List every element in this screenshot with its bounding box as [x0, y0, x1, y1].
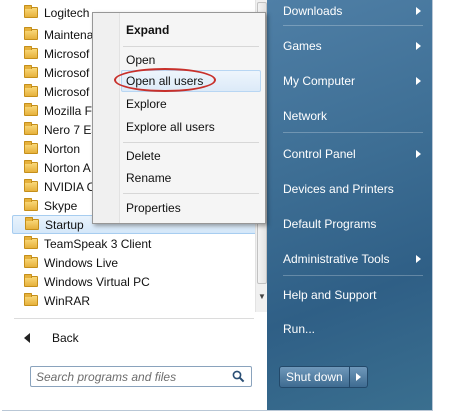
folder-icon [24, 274, 38, 287]
folder-icon [24, 103, 38, 116]
folder-icon [24, 65, 38, 78]
right-item-label: Help and Support [283, 288, 377, 302]
right-item-label: Devices and Printers [283, 182, 394, 196]
search-input[interactable] [36, 369, 226, 384]
shutdown-button[interactable]: Shut down [279, 366, 350, 388]
right-item-label: Administrative Tools [283, 252, 390, 266]
folder-icon [24, 5, 38, 18]
context-item-explore[interactable]: Explore [126, 94, 167, 114]
right-divider [283, 25, 423, 26]
folder-icon [24, 179, 38, 192]
context-item-explore-all-users[interactable]: Explore all users [126, 117, 215, 137]
chevron-right-icon [416, 150, 421, 158]
right-divider [283, 132, 423, 133]
search-box[interactable] [30, 366, 252, 387]
right-item-label: Run... [283, 322, 316, 336]
program-folder[interactable]: Windows Live [14, 253, 254, 272]
right-item-label: Control Panel [283, 147, 356, 161]
program-label: Norton [44, 141, 81, 156]
folder-icon [24, 236, 38, 249]
program-label: NVIDIA C [44, 179, 96, 194]
divider [14, 318, 254, 319]
program-label: Nero 7 Es [44, 122, 98, 137]
context-item-rename[interactable]: Rename [126, 168, 171, 188]
folder-icon [24, 198, 38, 211]
context-item-open[interactable]: Open [126, 50, 155, 70]
context-menu-separator [123, 46, 259, 47]
shutdown-group: Shut down [279, 366, 368, 388]
right-divider [283, 275, 423, 276]
program-label: Startup [45, 217, 84, 232]
start-menu: Logitech Maintena Microsof Microsof Micr… [2, 0, 433, 411]
program-label: Microsof [44, 46, 90, 61]
chevron-right-icon [416, 255, 421, 263]
program-label: Maintena [44, 27, 94, 42]
back-arrow-icon [24, 333, 30, 343]
scroll-down-icon[interactable]: ▼ [258, 292, 266, 301]
program-label: Logitech [44, 5, 90, 20]
right-item-default-programs[interactable]: Default Programs [283, 213, 423, 235]
places-pane: Downloads Games My Computer Network Cont… [267, 0, 432, 410]
right-item-devices-and-printers[interactable]: Devices and Printers [283, 178, 423, 200]
back-button[interactable]: Back [24, 328, 79, 348]
context-menu-separator [123, 142, 259, 143]
folder-icon [24, 255, 38, 268]
context-item-expand[interactable]: Expand [126, 20, 169, 40]
right-item-control-panel[interactable]: Control Panel [283, 143, 423, 165]
program-label: WinRAR [44, 293, 91, 308]
program-folder[interactable]: Windows Virtual PC [14, 272, 254, 291]
program-label: Windows Live [44, 255, 119, 270]
chevron-right-icon [416, 77, 421, 85]
program-label: Skype [44, 198, 78, 213]
context-item-properties[interactable]: Properties [126, 198, 181, 218]
folder-icon [24, 293, 38, 306]
folder-icon [24, 46, 38, 59]
context-menu-separator [123, 193, 259, 194]
right-item-games[interactable]: Games [283, 35, 423, 57]
folder-icon [25, 217, 39, 230]
program-label: TeamSpeak 3 Client [44, 236, 152, 251]
chevron-right-icon [416, 42, 421, 50]
right-item-label: Games [283, 39, 322, 53]
program-label: Microsof [44, 65, 90, 80]
right-item-label: My Computer [283, 74, 356, 88]
context-menu-icon-column [93, 13, 120, 223]
folder-icon [24, 27, 38, 40]
program-label: Norton A [44, 160, 91, 175]
context-item-delete[interactable]: Delete [126, 146, 161, 166]
context-menu: Expand Open Open all users Explore Explo… [92, 12, 266, 224]
right-item-label: Downloads [283, 4, 343, 18]
right-item-my-computer[interactable]: My Computer [283, 70, 423, 92]
right-item-run[interactable]: Run... [283, 318, 423, 340]
chevron-right-icon [416, 7, 421, 15]
right-item-downloads[interactable]: Downloads [283, 0, 423, 22]
right-item-network[interactable]: Network [283, 105, 423, 127]
right-item-label: Network [283, 109, 328, 123]
back-label: Back [52, 331, 79, 345]
shutdown-options-button[interactable] [349, 366, 368, 388]
folder-icon [24, 141, 38, 154]
annotation-highlight-oval [114, 68, 216, 92]
program-folder[interactable]: TeamSpeak 3 Client [14, 234, 254, 253]
right-item-help-and-support[interactable]: Help and Support [283, 284, 423, 306]
search-icon[interactable] [232, 370, 245, 383]
folder-icon [24, 122, 38, 135]
folder-icon [24, 84, 38, 97]
folder-icon [24, 160, 38, 173]
program-label: Mozilla F [44, 103, 93, 118]
program-label: Windows Virtual PC [44, 274, 150, 289]
right-item-administrative-tools[interactable]: Administrative Tools [283, 248, 423, 270]
program-folder[interactable]: WinRAR [14, 291, 254, 310]
right-item-label: Default Programs [283, 217, 377, 231]
program-label: Microsof [44, 84, 90, 99]
